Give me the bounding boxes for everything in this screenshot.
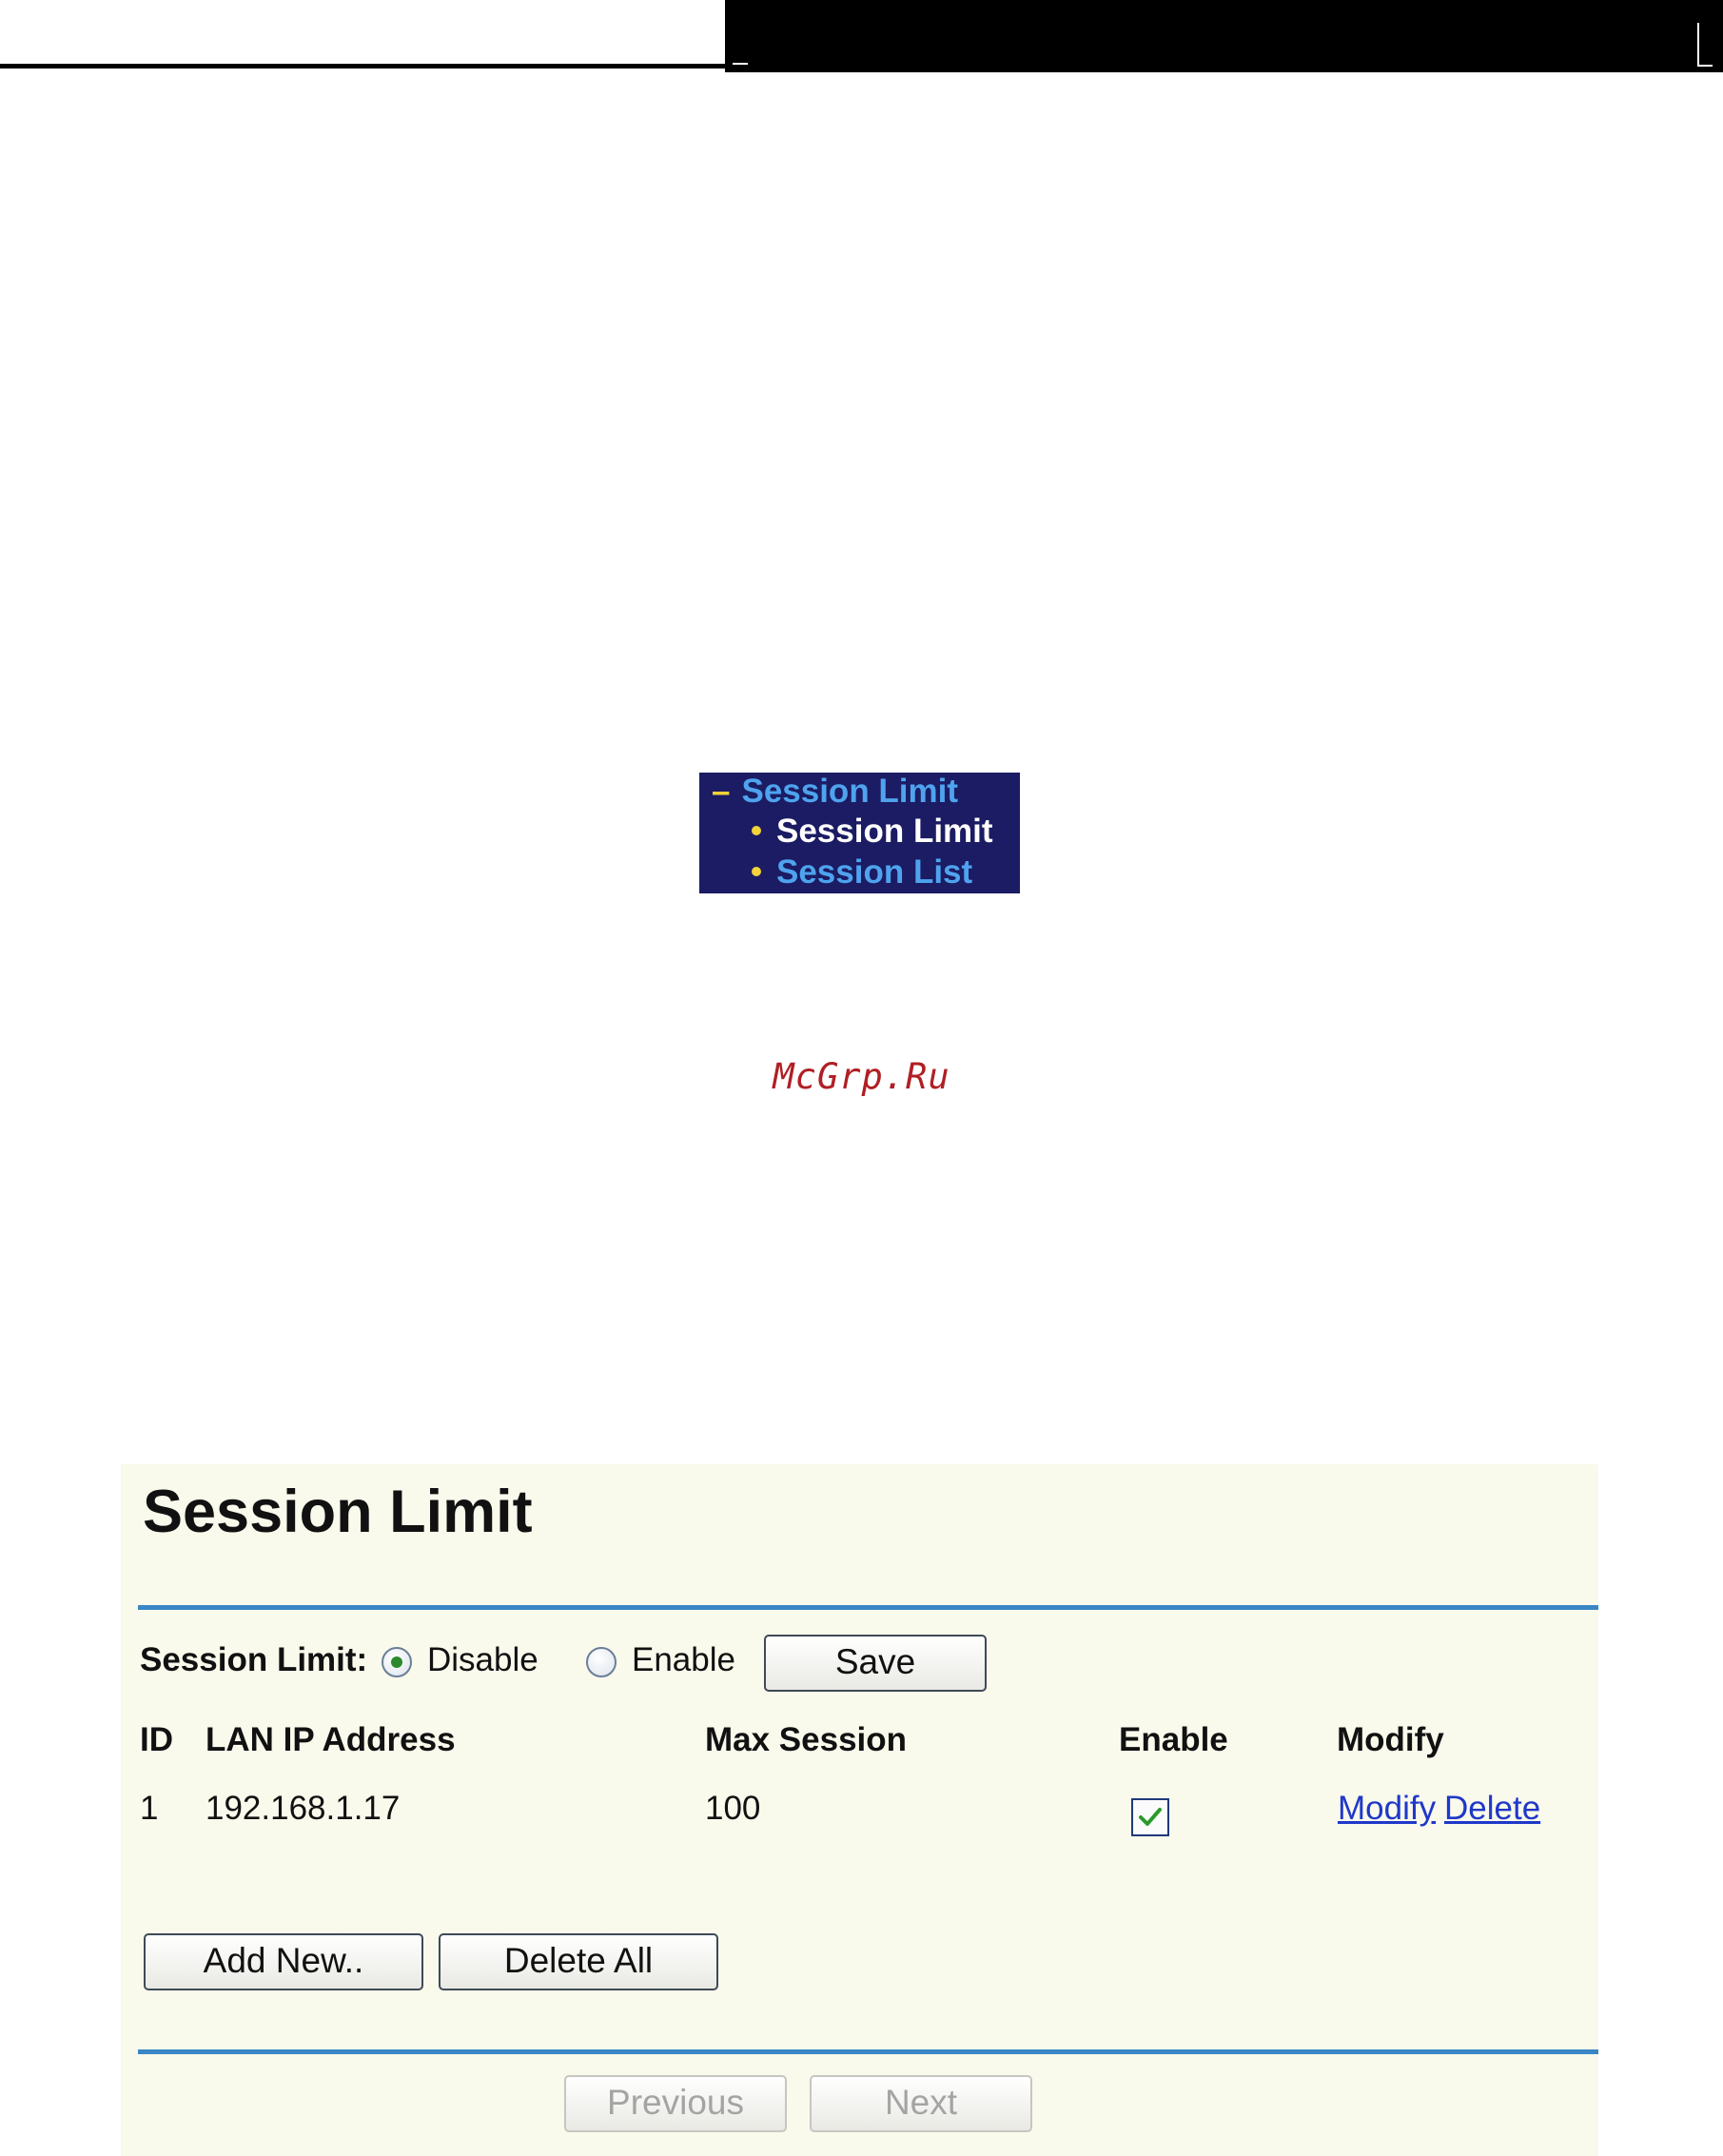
column-header-id: ID xyxy=(140,1721,173,1758)
divider-top xyxy=(138,1605,1598,1610)
check-icon xyxy=(1139,1808,1162,1826)
next-button[interactable]: Next xyxy=(810,2075,1032,2132)
delete-all-button[interactable]: Delete All xyxy=(439,1933,718,1990)
sidebar-item-label: Session Limit xyxy=(776,813,993,850)
enable-radio[interactable] xyxy=(586,1647,617,1677)
row-max-session: 100 xyxy=(705,1790,761,1827)
page-title: Session Limit xyxy=(143,1479,533,1545)
header-bar-right xyxy=(725,0,1723,72)
row-id: 1 xyxy=(140,1790,159,1827)
disable-radio[interactable] xyxy=(382,1647,412,1677)
enable-radio-label[interactable]: Enable xyxy=(632,1641,735,1679)
divider-bottom xyxy=(138,2049,1598,2054)
column-header-enable: Enable xyxy=(1119,1721,1228,1758)
sidebar-menu: – Session Limit Session Limit Session Lis… xyxy=(699,773,1020,893)
sidebar-section-label: Session Limit xyxy=(741,773,959,810)
session-limit-panel: Session Limit Session Limit: Disable Ena… xyxy=(121,1464,1598,2156)
bullet-icon xyxy=(752,866,761,876)
column-header-lan-ip: LAN IP Address xyxy=(206,1721,456,1758)
sidebar-item-label: Session List xyxy=(776,853,973,891)
add-new-button[interactable]: Add New.. xyxy=(144,1933,423,1990)
column-header-max-session: Max Session xyxy=(705,1721,908,1758)
row-lan-ip: 192.168.1.17 xyxy=(206,1790,401,1827)
bullet-icon xyxy=(752,825,761,835)
header-tick xyxy=(733,63,748,65)
corner-mark xyxy=(1697,23,1713,67)
row-enable-checkbox[interactable] xyxy=(1131,1798,1169,1836)
sidebar-item-session-limit[interactable]: Session Limit xyxy=(752,813,993,851)
save-button[interactable]: Save xyxy=(764,1635,987,1692)
modify-link[interactable]: Modify xyxy=(1338,1790,1436,1828)
header-rule-left xyxy=(0,64,725,69)
sidebar-item-session-list[interactable]: Session List xyxy=(752,853,972,892)
watermark: McGrp.Ru xyxy=(773,1056,950,1097)
previous-button[interactable]: Previous xyxy=(564,2075,787,2132)
disable-radio-label[interactable]: Disable xyxy=(427,1641,538,1679)
column-header-modify: Modify xyxy=(1337,1721,1444,1758)
session-limit-label: Session Limit: xyxy=(140,1641,368,1678)
sidebar-section-session-limit[interactable]: – Session Limit xyxy=(712,773,958,811)
delete-link[interactable]: Delete xyxy=(1444,1790,1540,1828)
collapse-minus-icon: – xyxy=(712,773,731,810)
